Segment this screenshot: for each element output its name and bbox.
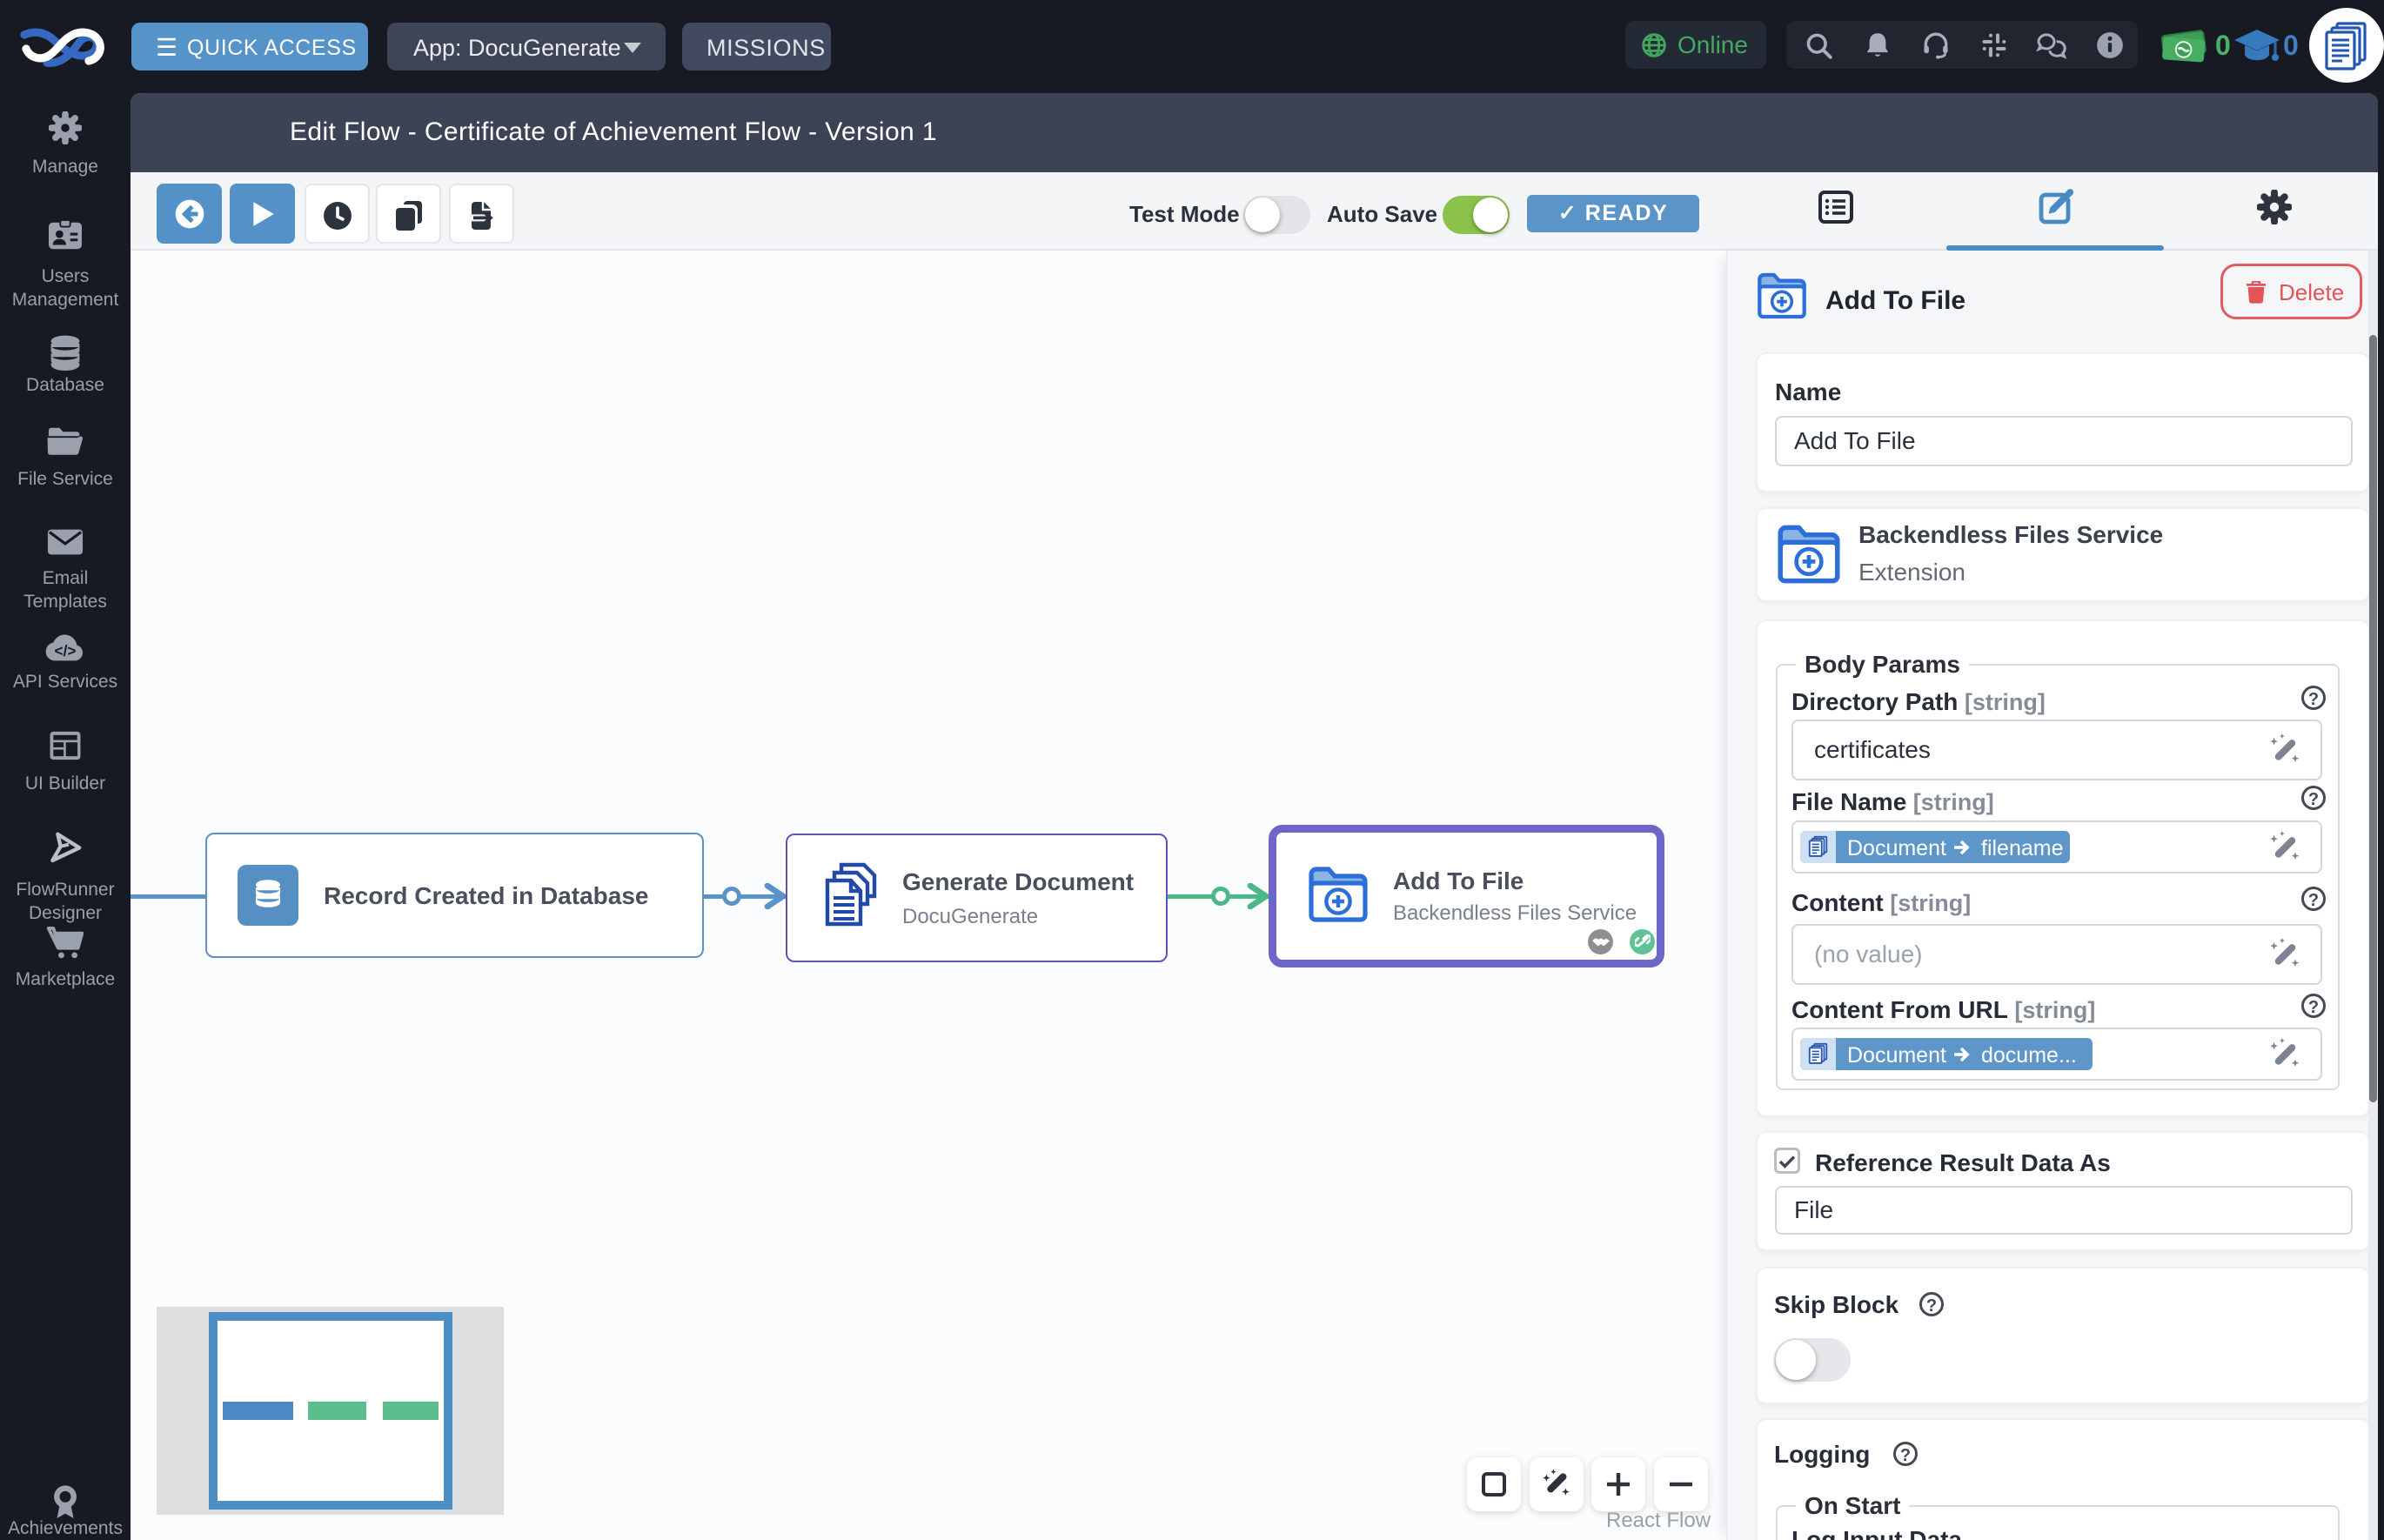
svg-text:</>: </> (54, 642, 76, 660)
